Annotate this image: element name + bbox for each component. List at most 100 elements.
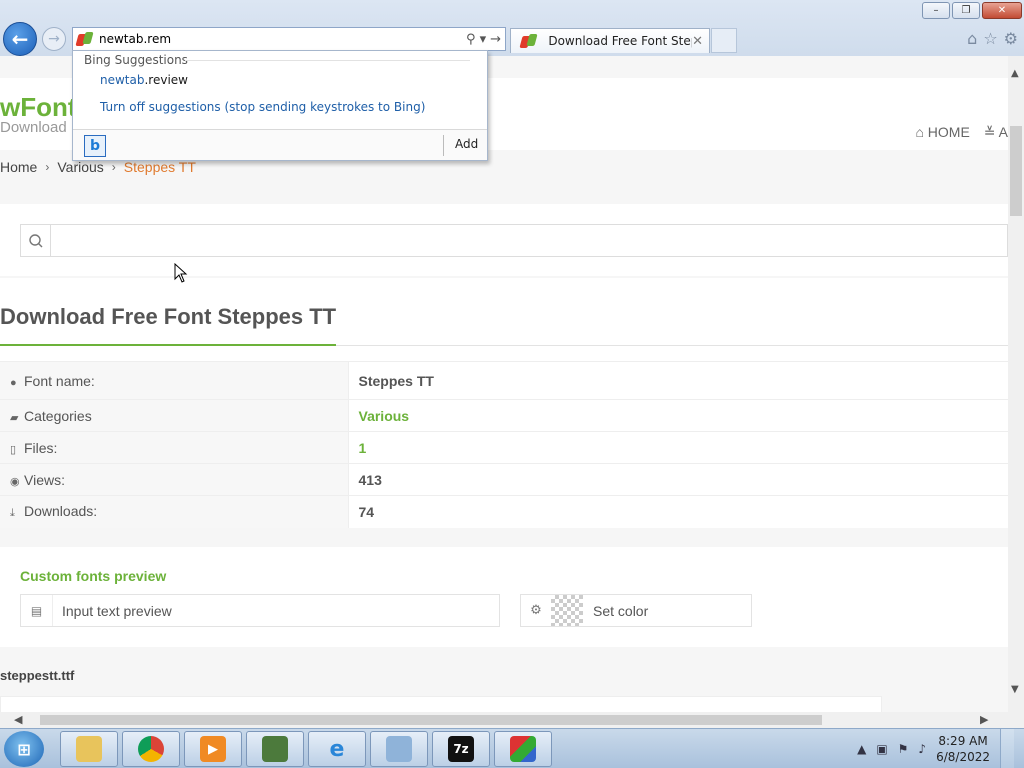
file-icon: ▯ xyxy=(10,443,17,456)
breadcrumb-home[interactable]: Home xyxy=(0,159,37,175)
scroll-up-arrow-icon[interactable]: ▲ xyxy=(1011,68,1019,79)
magnifier-icon xyxy=(21,225,51,256)
horizontal-scrollbar[interactable]: ◀ ▶ xyxy=(0,712,1008,728)
preview-text-input[interactable]: ▤ Input text preview xyxy=(20,594,500,627)
taskbar-chrome[interactable] xyxy=(122,731,180,767)
arrow-left-icon: ← xyxy=(11,27,29,51)
mouse-pointer-icon xyxy=(174,263,188,283)
turn-off-suggestions-link[interactable]: Turn off suggestions (stop sending keyst… xyxy=(100,100,425,114)
site-logo-subtitle: Download xyxy=(0,119,67,136)
forward-button[interactable]: → xyxy=(42,27,66,51)
minimize-button[interactable]: – xyxy=(922,2,950,19)
bing-provider-icon[interactable]: b xyxy=(84,135,106,157)
site-search-box[interactable] xyxy=(20,224,1008,257)
maximize-button[interactable]: ❐ xyxy=(952,2,980,19)
category-link[interactable]: Various xyxy=(348,399,1008,432)
row-label: ● Font name: xyxy=(0,361,349,400)
add-provider-button[interactable]: Add xyxy=(455,137,478,151)
suggestions-divider xyxy=(185,60,470,61)
system-tray: ▲ ▣ ⚑ ♪ 8:29 AM 6/8/2022 xyxy=(857,729,1024,768)
chevron-right-icon: › xyxy=(111,160,116,174)
files-link[interactable]: 1 xyxy=(348,431,1008,464)
row-label: ▯ Files: xyxy=(0,431,349,464)
suggestion-item[interactable]: newtab.review xyxy=(100,73,188,87)
search-section xyxy=(0,204,1008,276)
folder-icon xyxy=(76,736,102,762)
action-center-icon[interactable]: ⚑ xyxy=(898,742,909,756)
cubes-icon xyxy=(510,736,536,762)
windows-logo-icon: ⊞ xyxy=(17,739,31,759)
start-button[interactable]: ⊞ xyxy=(4,731,44,767)
tab-active[interactable]: Download Free Font Stepp... ✕ xyxy=(510,28,710,53)
scroll-right-arrow-icon[interactable]: ▶ xyxy=(980,713,988,726)
volume-icon[interactable]: ♪ xyxy=(918,742,926,756)
row-value: 413 xyxy=(348,463,1008,496)
download-icon: ⤓ xyxy=(10,507,15,520)
breadcrumb-current: Steppes TT xyxy=(123,159,196,175)
taskbar-notepad[interactable] xyxy=(370,731,428,767)
nav-home[interactable]: ⌂ HOME xyxy=(915,124,969,141)
page-title: Download Free Font Steppes TT xyxy=(0,304,337,329)
table-row: ⤓ Downloads: 74 xyxy=(0,495,1008,528)
nav-next-label: A xyxy=(998,124,1008,140)
gear-icon: ⚙ xyxy=(530,603,542,618)
tab-close-icon[interactable]: ✕ xyxy=(692,34,703,49)
briefcase-icon: ▰ xyxy=(10,411,19,424)
back-button[interactable]: ← xyxy=(3,22,37,56)
search-icon[interactable]: ⚲ xyxy=(466,32,476,47)
taskbar-explorer[interactable] xyxy=(60,731,118,767)
window-controls: – ❐ ✕ xyxy=(922,2,1022,19)
network-icon[interactable]: ▣ xyxy=(876,742,887,756)
horizontal-scroll-thumb[interactable] xyxy=(40,715,822,725)
home-outline-icon: ⌂ xyxy=(915,124,928,140)
browser-chrome: – ❐ ✕ ← → ⚲ ▾ → Download Free Font Stepp… xyxy=(0,0,1024,56)
taskbar-7zip[interactable]: 7z xyxy=(432,731,490,767)
taskbar-internet-explorer[interactable]: e xyxy=(308,731,366,767)
dropdown-arrow-icon[interactable]: ▾ xyxy=(480,32,487,47)
go-arrow-icon[interactable]: → xyxy=(490,32,501,47)
system-clock[interactable]: 8:29 AM 6/8/2022 xyxy=(936,733,990,765)
address-bar[interactable]: ⚲ ▾ → xyxy=(72,27,506,51)
nav-home-label: HOME xyxy=(927,124,970,140)
font-info-table: ● Font name: Steppes TT ▰ Categories Vario… xyxy=(0,361,1008,528)
chevron-right-icon: › xyxy=(45,160,50,174)
tab-favicon-icon xyxy=(519,33,538,49)
set-color-label: Set color xyxy=(593,602,649,619)
close-button[interactable]: ✕ xyxy=(982,2,1022,19)
double-chevron-down-icon: ≚ xyxy=(983,124,999,140)
taskbar-app-cubes[interactable] xyxy=(494,731,552,767)
address-input[interactable] xyxy=(99,29,439,49)
row-label: ⤓ Downloads: xyxy=(0,495,349,528)
favorites-star-icon[interactable]: ☆ xyxy=(983,29,997,48)
new-tab-button[interactable] xyxy=(711,28,737,53)
vertical-scrollbar[interactable]: ▲ ▼ xyxy=(1008,56,1024,712)
taskbar-media-player[interactable]: ▶ xyxy=(184,731,242,767)
scrollbar-corner xyxy=(1008,712,1024,728)
scroll-left-arrow-icon[interactable]: ◀ xyxy=(14,713,22,726)
address-suggestions: Bing Suggestions newtab.review Turn off … xyxy=(72,50,488,161)
info-circle-icon: ● xyxy=(10,376,17,389)
preview-input-placeholder: Input text preview xyxy=(62,602,172,619)
document-icon: ▤ xyxy=(21,595,53,626)
scroll-down-arrow-icon[interactable]: ▼ xyxy=(1011,684,1019,695)
site-nav: ⌂ HOME ≚ A xyxy=(915,124,1008,141)
vertical-scroll-thumb[interactable] xyxy=(1010,126,1022,216)
suggestion-rest: .review xyxy=(144,73,188,87)
clock-time: 8:29 AM xyxy=(938,734,988,748)
internet-explorer-icon: e xyxy=(329,736,345,762)
task-manager-icon xyxy=(262,736,288,762)
footer-divider xyxy=(443,135,444,156)
set-color-control[interactable]: ⚙ Set color xyxy=(520,594,752,627)
color-swatch[interactable] xyxy=(551,595,583,626)
breadcrumb-category[interactable]: Various xyxy=(57,159,103,175)
nav-next[interactable]: ≚ A xyxy=(984,124,1008,141)
show-desktop-button[interactable] xyxy=(1000,729,1014,768)
font-details-card: Download Free Font Steppes TT ● Font name… xyxy=(0,278,1008,528)
taskbar-task-manager[interactable] xyxy=(246,731,304,767)
row-value: 74 xyxy=(348,495,1008,528)
settings-gear-icon[interactable]: ⚙ xyxy=(1004,29,1018,48)
show-hidden-icons-icon[interactable]: ▲ xyxy=(857,742,866,756)
home-icon[interactable]: ⌂ xyxy=(967,29,977,48)
windows-taskbar: ⊞ ▶ e 7z ▲ ▣ ⚑ ♪ 8:29 AM 6/8/2022 xyxy=(0,728,1024,768)
table-row: ▯ Files: 1 xyxy=(0,431,1008,464)
